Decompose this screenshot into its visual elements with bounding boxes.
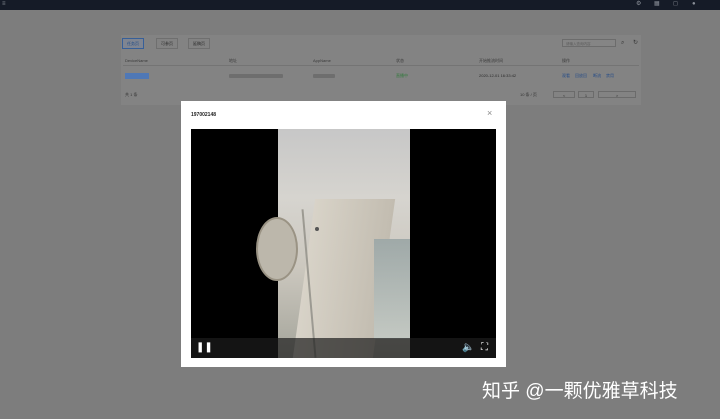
page-size-select[interactable]: 10 条 / 页 xyxy=(520,90,537,99)
table-row: 直播中 2020-12-01 16:33:42 观看 回放回 断流 禁用 xyxy=(123,71,639,80)
watermark-text: 知乎 @一颗优雅草科技 xyxy=(482,381,678,402)
col-start-time: 开始推流时间 xyxy=(479,58,503,63)
video-controls: ❚❚ 🔈 ⛶ xyxy=(191,338,496,358)
page-number-input[interactable]: 1 xyxy=(578,91,594,98)
col-actions: 操作 xyxy=(562,58,570,63)
col-device-name: DeviceName xyxy=(125,58,148,63)
tab-participants[interactable]: 可参页 xyxy=(156,38,178,49)
action-cut-stream-link[interactable]: 断流 xyxy=(593,71,601,80)
app-name-cell xyxy=(313,74,335,78)
notification-icon[interactable]: ◻ xyxy=(673,1,678,7)
refresh-icon[interactable]: ↻ xyxy=(633,39,638,47)
col-status: 状态 xyxy=(396,58,404,63)
volume-icon[interactable]: 🔈 xyxy=(462,342,474,354)
settings-icon[interactable]: ⚙ xyxy=(636,1,641,7)
action-playback-link[interactable]: 回放回 xyxy=(575,71,587,80)
video-player[interactable]: ❚❚ 🔈 ⛶ xyxy=(191,129,496,358)
tab-tasks[interactable]: 任务页 xyxy=(122,38,144,49)
video-scene-glass xyxy=(374,239,410,339)
prev-page-button[interactable]: < xyxy=(553,91,575,98)
pagination-bar: 共 1 条 10 条 / 页 < 1 > xyxy=(123,90,639,99)
start-time-cell: 2020-12-01 16:33:42 xyxy=(479,73,517,78)
video-scene-arc xyxy=(256,217,298,281)
col-address: 地址 xyxy=(229,58,237,63)
action-disable-link[interactable]: 禁用 xyxy=(606,71,614,80)
address-cell xyxy=(229,74,283,78)
device-name-cell[interactable] xyxy=(125,73,149,79)
table-header: DeviceName 地址 AppName 状态 开始推流时间 操作 xyxy=(123,56,639,66)
top-navbar: ≡ ⚙ ▦ ◻ ● xyxy=(0,0,720,10)
action-watch-link[interactable]: 观看 xyxy=(562,71,570,80)
tab-drafts[interactable]: 延稿页 xyxy=(188,38,210,49)
user-avatar-icon[interactable]: ● xyxy=(692,1,696,7)
col-app-name: AppName xyxy=(313,58,331,63)
video-modal: 197002148 × ❚❚ 🔈 ⛶ xyxy=(181,101,506,367)
video-frame xyxy=(256,129,410,358)
pause-icon[interactable]: ❚❚ xyxy=(196,342,213,354)
menu-icon[interactable]: ≡ xyxy=(2,1,6,7)
next-page-button[interactable]: > xyxy=(598,91,636,98)
close-icon[interactable]: × xyxy=(487,109,492,118)
search-input[interactable]: 请输入查询内容 xyxy=(562,39,616,47)
fullscreen-icon[interactable]: ⛶ xyxy=(481,342,488,354)
total-count: 共 1 条 xyxy=(125,92,138,97)
search-icon[interactable]: ⌕ xyxy=(621,39,624,47)
video-scene-knob xyxy=(315,227,319,231)
status-badge: 直播中 xyxy=(396,73,408,78)
grid-icon[interactable]: ▦ xyxy=(654,1,660,7)
modal-title: 197002148 xyxy=(191,112,217,118)
